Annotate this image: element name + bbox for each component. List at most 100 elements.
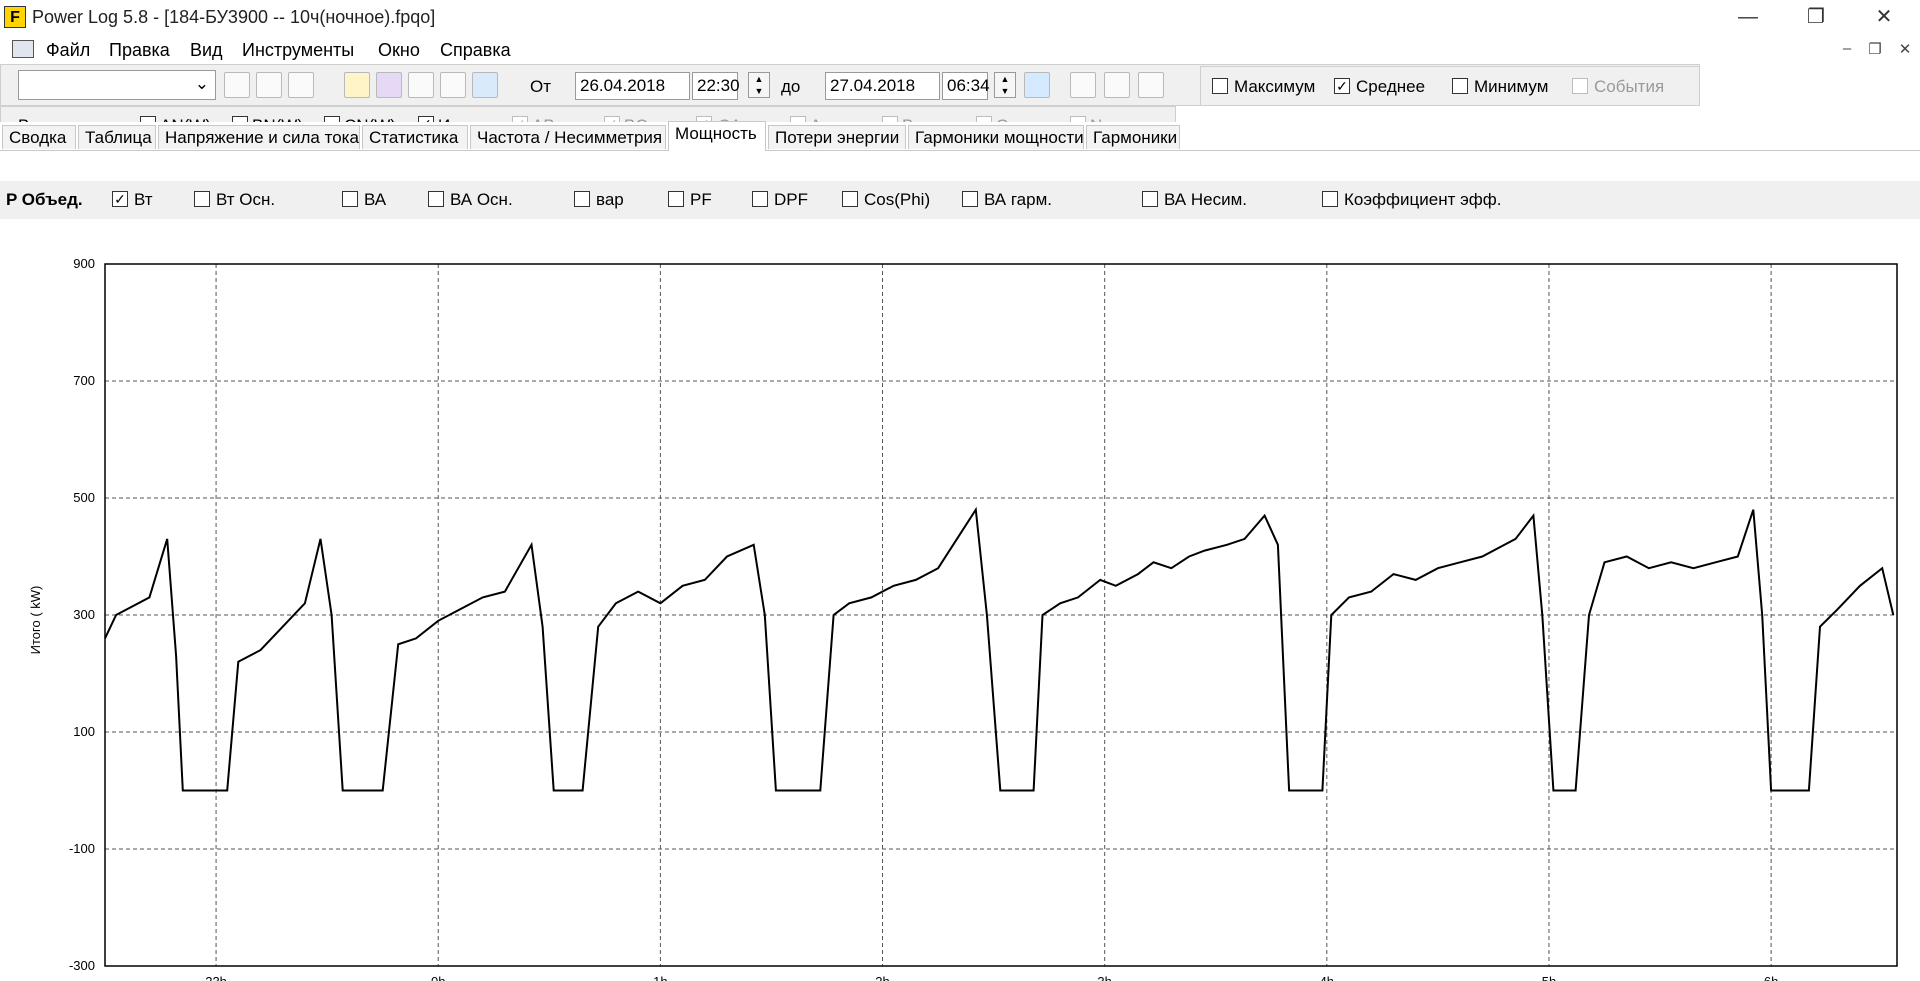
child-close-icon[interactable]: ✕ <box>1894 40 1916 58</box>
y-tick-label: 900 <box>73 256 95 271</box>
y-tick-label: 300 <box>73 607 95 622</box>
y-tick-label: -300 <box>69 958 95 973</box>
min-checkbox[interactable] <box>1452 78 1468 94</box>
device-icon[interactable] <box>256 72 282 98</box>
app-logo-icon: F <box>4 6 26 28</box>
chevron-down-icon: ⌄ <box>194 74 209 93</box>
avg-checkbox[interactable]: ✓ <box>1334 78 1350 94</box>
tab-power[interactable]: Мощность <box>668 121 766 151</box>
to-label: до <box>781 77 801 96</box>
apply-arrow-icon[interactable] <box>1024 72 1050 98</box>
power-cosphi-checkbox[interactable] <box>842 191 858 207</box>
minimize-button[interactable]: — <box>1720 0 1776 34</box>
child-restore-icon[interactable]: ❐ <box>1864 40 1886 58</box>
menu-file[interactable]: Файл <box>46 40 90 61</box>
from-time-value: 22:30 <box>697 76 740 95</box>
power-w-label: Вт <box>134 190 153 209</box>
tab-table[interactable]: Таблица <box>78 125 156 149</box>
menu-view[interactable]: Вид <box>190 40 223 61</box>
menu-help[interactable]: Справка <box>440 40 511 61</box>
window-title: Power Log 5.8 - [184-БУ3900 -- 10ч(ночно… <box>32 7 436 27</box>
power-va-harm-checkbox[interactable] <box>962 191 978 207</box>
from-label: От <box>530 77 552 96</box>
power-dpf-label: DPF <box>774 190 808 209</box>
power-va-unbal-checkbox[interactable] <box>1142 191 1158 207</box>
power-options-bar <box>0 181 1920 219</box>
events-checkbox[interactable] <box>1572 78 1588 94</box>
max-label: Максимум <box>1234 77 1316 96</box>
max-checkbox[interactable] <box>1212 78 1228 94</box>
power-efficiency-label: Коэффициент эфф. <box>1344 190 1502 209</box>
x-tick-label: 3h <box>1097 974 1111 981</box>
power-va-label: ВА <box>364 190 387 209</box>
y-tick-label: -100 <box>69 841 95 856</box>
tab-summary[interactable]: Сводка <box>2 125 76 149</box>
to-date-field[interactable]: 27.04.2018 <box>825 72 940 100</box>
menu-tools[interactable]: Инструменты <box>242 40 354 61</box>
power-pf-label: PF <box>690 190 712 209</box>
save-icon[interactable] <box>376 72 402 98</box>
power-w-checkbox[interactable]: ✓ <box>112 191 128 207</box>
x-tick-label: 6h <box>1764 974 1778 981</box>
x-tick-label: 5h <box>1542 974 1556 981</box>
from-time-spinner[interactable]: ▲ ▼ <box>748 72 770 98</box>
power-pf-checkbox[interactable] <box>668 191 684 207</box>
tab-voltage-current[interactable]: Напряжение и сила тока <box>158 125 360 149</box>
tab-energy-loss[interactable]: Потери энергии <box>768 125 906 149</box>
report-icon[interactable] <box>440 72 466 98</box>
from-time-field[interactable]: 22:30 <box>692 72 740 100</box>
zoom-reset-icon[interactable] <box>1138 72 1164 98</box>
export-icon[interactable] <box>472 72 498 98</box>
to-time-field[interactable]: 06:34 <box>942 72 990 100</box>
y-axis-label: Итого ( kW) <box>28 586 43 655</box>
power-va-checkbox[interactable] <box>342 191 358 207</box>
tab-power-harmonics[interactable]: Гармоники мощности <box>908 125 1084 149</box>
power-cosphi-label: Cos(Phi) <box>864 190 931 209</box>
x-tick-label: 23h <box>205 974 227 981</box>
power-combined-label: P Объед. <box>6 190 83 209</box>
x-tick-label: 1h <box>653 974 667 981</box>
device-disabled-icon[interactable] <box>288 72 314 98</box>
device-select[interactable]: ⌄ <box>18 70 216 100</box>
from-date-field[interactable]: 26.04.2018 <box>575 72 690 100</box>
avg-label: Среднее <box>1356 77 1426 96</box>
child-minimize-icon[interactable]: – <box>1836 40 1858 57</box>
y-tick-label: 500 <box>73 490 95 505</box>
x-tick-label: 0h <box>431 974 445 981</box>
power-var-label: вар <box>596 190 624 209</box>
close-button[interactable]: ✕ <box>1856 0 1912 34</box>
series-total-line <box>104 506 1895 792</box>
open-file-icon[interactable] <box>344 72 370 98</box>
document-menu-icon[interactable] <box>12 40 34 58</box>
power-w-fund-label: Вт Осн. <box>216 190 276 209</box>
tab-frequency-unbalance[interactable]: Частота / Несимметрия <box>470 125 666 149</box>
menu-window[interactable]: Окно <box>378 40 420 61</box>
power-va-fund-checkbox[interactable] <box>428 191 444 207</box>
to-date-value: 27.04.2018 <box>830 76 916 95</box>
x-tick-label: 4h <box>1320 974 1334 981</box>
power-dpf-checkbox[interactable] <box>752 191 768 207</box>
power-chart[interactable]: 900 700 500 300 100 -100 -300 23h 0h 1h 2h 3h 4h 5h 6h… <box>0 220 1920 981</box>
min-label: Минимум <box>1474 77 1549 96</box>
to-time-value: 06:34 <box>947 76 990 95</box>
tab-harmonics[interactable]: Гармоники <box>1086 125 1180 149</box>
maximize-button[interactable]: ❐ <box>1788 0 1844 34</box>
power-va-fund-label: ВА Осн. <box>450 190 513 209</box>
power-w-fund-checkbox[interactable] <box>194 191 210 207</box>
power-va-harm-label: ВА гарм. <box>984 190 1052 209</box>
download-icon[interactable] <box>224 72 250 98</box>
menu-edit[interactable]: Правка <box>109 40 170 61</box>
zoom-in-icon[interactable] <box>1070 72 1096 98</box>
from-date-value: 26.04.2018 <box>580 76 666 95</box>
power-var-checkbox[interactable] <box>574 191 590 207</box>
to-time-spinner[interactable]: ▲ ▼ <box>994 72 1016 98</box>
zoom-out-icon[interactable] <box>1104 72 1130 98</box>
events-label: События <box>1594 77 1665 96</box>
tab-statistics[interactable]: Статистика <box>362 125 468 149</box>
print-icon[interactable] <box>408 72 434 98</box>
y-tick-label: 100 <box>73 724 95 739</box>
power-efficiency-checkbox[interactable] <box>1322 191 1338 207</box>
power-va-unbal-label: ВА Несим. <box>1164 190 1247 209</box>
x-tick-label: 2h <box>875 974 889 981</box>
y-tick-label: 700 <box>73 373 95 388</box>
